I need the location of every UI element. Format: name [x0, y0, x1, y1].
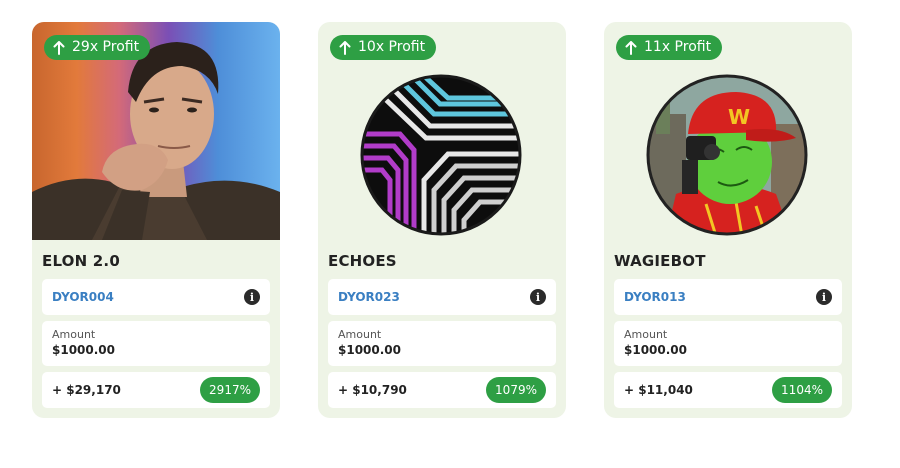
profit-amount: + $10,790	[338, 383, 407, 397]
info-icon[interactable]: i	[530, 289, 546, 305]
amount-value: $1000.00	[338, 343, 402, 357]
amount-value: $1000.00	[624, 343, 688, 357]
profit-badge: 10x Profit	[330, 35, 437, 60]
amount-row: Amount $1000.00	[328, 321, 556, 366]
code-row: DYOR013 i	[614, 279, 842, 315]
arrow-up-icon	[339, 40, 351, 55]
profit-row: + $11,040 1104%	[614, 372, 842, 408]
profit-percent-badge: 1079%	[486, 377, 546, 403]
token-card[interactable]: W 11x Profit WAGIEBOT DYOR013 i Amount $…	[604, 22, 852, 418]
amount-label: Amount	[52, 328, 96, 341]
info-icon[interactable]: i	[244, 289, 260, 305]
profit-badge-label: 29x Profit	[72, 39, 140, 55]
info-icon[interactable]: i	[816, 289, 832, 305]
token-card[interactable]: 10x Profit ECHOES DYOR023 i Amount $1000…	[318, 22, 566, 418]
profit-badge: 29x Profit	[44, 35, 151, 60]
profit-row: + $29,170 2917%	[42, 372, 270, 408]
profit-percent-badge: 1104%	[772, 377, 832, 403]
code-row: DYOR004 i	[42, 279, 270, 315]
code-row: DYOR023 i	[328, 279, 556, 315]
profit-row: + $10,790 1079%	[328, 372, 556, 408]
token-cards: 29x Profit ELON 2.0 DYOR004 i Amount $10…	[0, 0, 900, 468]
profit-amount: + $29,170	[52, 383, 121, 397]
token-card[interactable]: 29x Profit ELON 2.0 DYOR004 i Amount $10…	[32, 22, 280, 418]
token-code[interactable]: DYOR004	[52, 290, 114, 304]
arrow-up-icon	[53, 40, 65, 55]
amount-row: Amount $1000.00	[614, 321, 842, 366]
token-name: WAGIEBOT	[614, 252, 706, 270]
token-name: ELON 2.0	[42, 252, 120, 270]
amount-label: Amount	[338, 328, 382, 341]
profit-badge-label: 10x Profit	[358, 39, 426, 55]
amount-row: Amount $1000.00	[42, 321, 270, 366]
profit-badge-label: 11x Profit	[644, 39, 712, 55]
token-name: ECHOES	[328, 252, 397, 270]
token-code[interactable]: DYOR013	[624, 290, 686, 304]
arrow-up-icon	[625, 40, 637, 55]
profit-percent-badge: 2917%	[200, 377, 260, 403]
token-image: W 11x Profit	[604, 22, 852, 240]
token-code[interactable]: DYOR023	[338, 290, 400, 304]
token-image: 29x Profit	[32, 22, 280, 240]
svg-text:W: W	[728, 105, 750, 129]
profit-amount: + $11,040	[624, 383, 693, 397]
amount-value: $1000.00	[52, 343, 116, 357]
profit-badge: 11x Profit	[616, 35, 723, 60]
token-image: 10x Profit	[318, 22, 566, 240]
amount-label: Amount	[624, 328, 668, 341]
